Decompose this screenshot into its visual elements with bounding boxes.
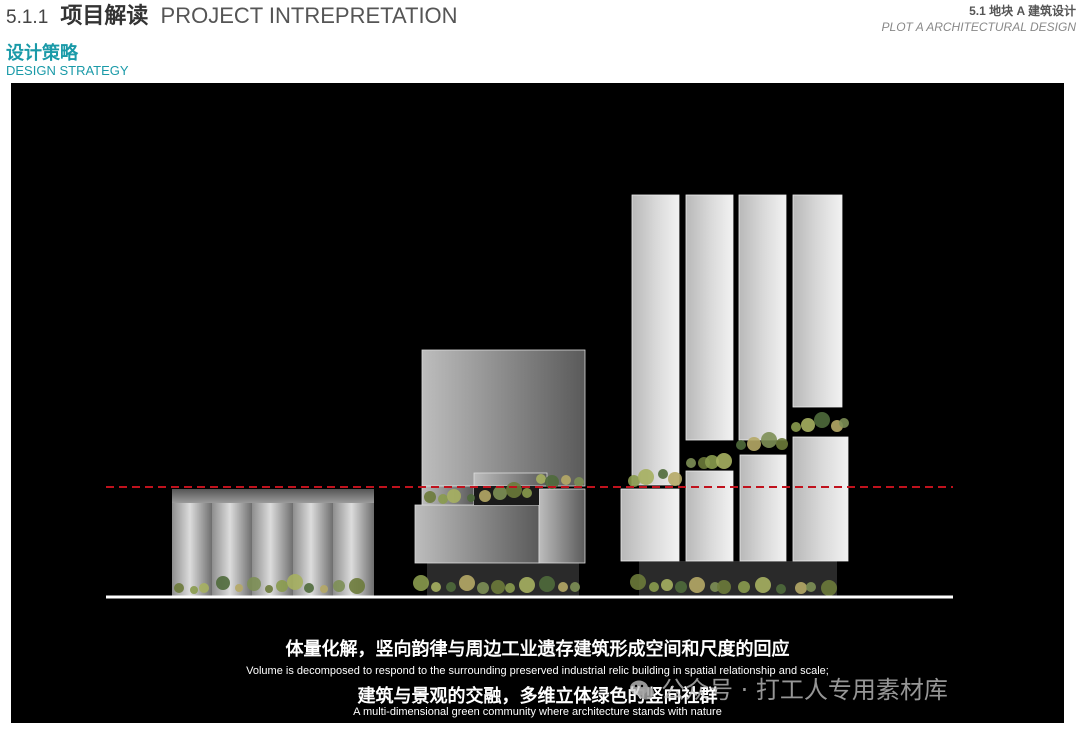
high-rise-building bbox=[620, 194, 849, 596]
tree-canopy bbox=[717, 580, 731, 594]
tree-canopy bbox=[446, 582, 456, 592]
tree-canopy bbox=[574, 477, 584, 487]
tree-canopy bbox=[668, 472, 682, 486]
tree-canopy bbox=[431, 582, 441, 592]
tree-canopy bbox=[776, 584, 786, 594]
tree-canopy bbox=[806, 582, 816, 592]
tree-canopy bbox=[235, 584, 243, 592]
tree-canopy bbox=[536, 474, 546, 484]
tree-canopy bbox=[477, 582, 489, 594]
massing-diagram bbox=[106, 194, 953, 599]
tree-canopy bbox=[791, 422, 801, 432]
tree-canopy bbox=[686, 458, 696, 468]
tree-canopy bbox=[276, 580, 288, 592]
tree-canopy bbox=[814, 412, 830, 428]
tower-lower-4 bbox=[792, 436, 849, 562]
tree-canopy bbox=[522, 488, 532, 498]
industrial-relic-building bbox=[172, 489, 374, 596]
tree-canopy bbox=[491, 580, 505, 594]
mid-rise-building bbox=[414, 349, 586, 596]
tower-4 bbox=[792, 194, 843, 408]
tree-canopy bbox=[747, 437, 761, 451]
section-title-en: PROJECT INTREPRETATION bbox=[160, 3, 458, 28]
tree-canopy bbox=[630, 574, 646, 590]
tower-3 bbox=[738, 194, 787, 441]
tree-canopy bbox=[190, 586, 198, 594]
chapter-label-zh: 5.1 地块 A 建筑设计 bbox=[969, 4, 1076, 18]
subtitle-zh: 设计策略 bbox=[6, 43, 78, 63]
tree-canopy bbox=[459, 575, 475, 591]
relic-roof bbox=[172, 489, 374, 503]
mid-lower-right-block bbox=[538, 488, 586, 564]
tower-lower-1 bbox=[620, 488, 680, 562]
tree-canopy bbox=[761, 432, 777, 448]
tree-canopy bbox=[755, 577, 771, 593]
subtitle-en: DESIGN STRATEGY bbox=[6, 63, 129, 78]
tree-canopy bbox=[570, 582, 580, 592]
tree-canopy bbox=[247, 577, 261, 591]
wechat-icon bbox=[630, 680, 654, 700]
mid-lower-block bbox=[414, 504, 540, 564]
tree-canopy bbox=[265, 585, 273, 593]
tower-2 bbox=[685, 194, 734, 441]
chapter-label: 5.1 地块 A 建筑设计 PLOT A ARCHITECTURAL DESIG… bbox=[882, 3, 1076, 35]
tree-canopy bbox=[413, 575, 429, 591]
tree-canopy bbox=[479, 490, 491, 502]
tree-canopy bbox=[287, 574, 303, 590]
watermark-text: 公众号 · 打工人专用素材库 bbox=[661, 676, 948, 704]
tree-canopy bbox=[736, 440, 746, 450]
tree-canopy bbox=[349, 578, 365, 594]
tree-canopy bbox=[493, 486, 507, 500]
tree-canopy bbox=[801, 418, 815, 432]
tree-canopy bbox=[505, 583, 515, 593]
caption-line1-zh: 体量化解，竖向韵律与周边工业遗存建筑形成空间和尺度的回应 bbox=[285, 639, 790, 660]
tree-canopy bbox=[216, 576, 230, 590]
tree-canopy bbox=[689, 577, 705, 593]
design-strategy-panel: 体量化解，竖向韵律与周边工业遗存建筑形成空间和尺度的回应 Volume is d… bbox=[11, 83, 1064, 723]
tower-lower-3 bbox=[739, 454, 787, 562]
mid-upper-block bbox=[421, 349, 586, 487]
tree-canopy bbox=[839, 418, 849, 428]
tree-canopy bbox=[539, 576, 555, 592]
tree-canopy bbox=[658, 469, 668, 479]
tree-canopy bbox=[661, 579, 673, 591]
tree-canopy bbox=[467, 494, 475, 502]
tree-canopy bbox=[424, 491, 436, 503]
tree-canopy bbox=[649, 582, 659, 592]
section-title: 5.1.1 项目解读 PROJECT INTREPRETATION bbox=[6, 2, 458, 32]
tree-canopy bbox=[199, 583, 209, 593]
watermark: 公众号 · 打工人专用素材库 bbox=[629, 670, 948, 705]
tree-canopy bbox=[506, 482, 522, 498]
chapter-label-en: PLOT A ARCHITECTURAL DESIGN bbox=[881, 20, 1076, 34]
tree-canopy bbox=[638, 469, 654, 485]
tree-canopy bbox=[795, 582, 807, 594]
tree-canopy bbox=[438, 494, 448, 504]
tree-canopy bbox=[558, 582, 568, 592]
section-number: 5.1.1 bbox=[6, 7, 49, 28]
tree-canopy bbox=[333, 580, 345, 592]
tree-canopy bbox=[447, 489, 461, 503]
tree-canopy bbox=[776, 438, 788, 450]
tree-canopy bbox=[675, 581, 687, 593]
tree-canopy bbox=[304, 583, 314, 593]
tree-canopy bbox=[821, 580, 837, 596]
page-header: 5.1.1 项目解读 PROJECT INTREPRETATION 设计策略 D… bbox=[6, 2, 458, 78]
tower-1 bbox=[631, 194, 680, 486]
tree-canopy bbox=[519, 577, 535, 593]
tree-canopy bbox=[738, 581, 750, 593]
tree-canopy bbox=[174, 583, 184, 593]
tower-lower-2 bbox=[685, 470, 734, 562]
caption-line2-en: A multi-dimensional green community wher… bbox=[353, 706, 722, 718]
section-title-zh: 项目解读 bbox=[60, 3, 149, 28]
tree-canopy bbox=[561, 475, 571, 485]
relic-bay bbox=[172, 503, 212, 596]
tree-canopy bbox=[320, 585, 328, 593]
tree-canopy bbox=[716, 453, 732, 469]
